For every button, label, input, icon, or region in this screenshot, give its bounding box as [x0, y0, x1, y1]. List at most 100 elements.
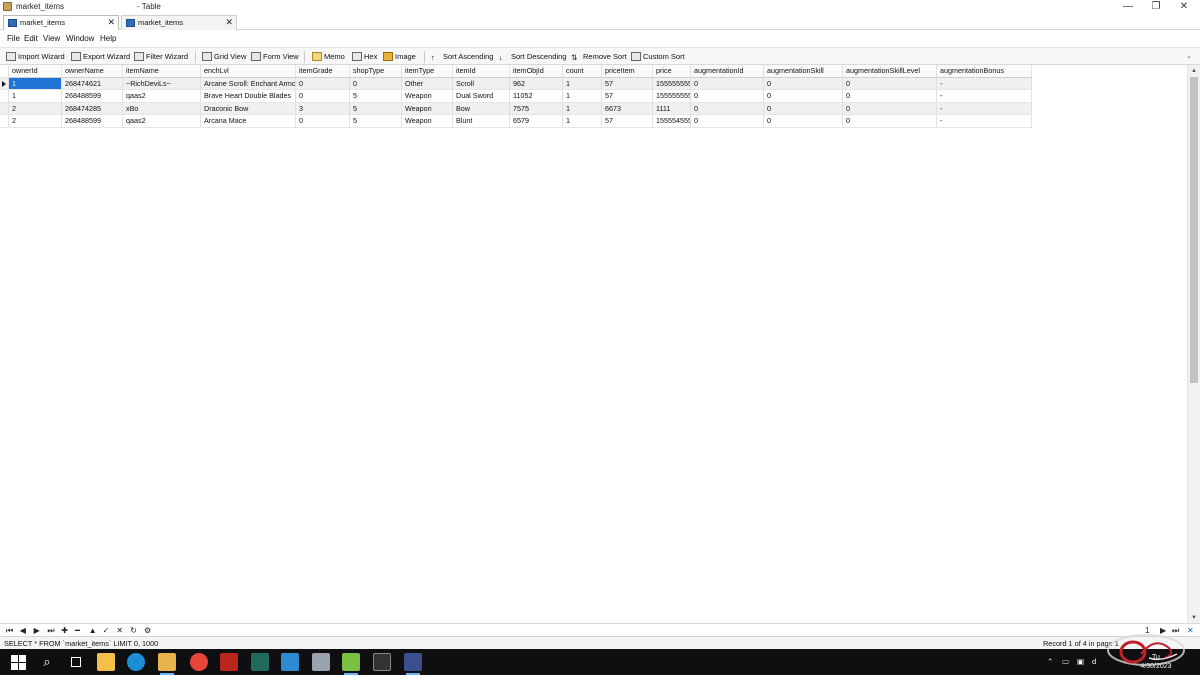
cell-augmentationSkill[interactable]: 0	[764, 115, 843, 128]
cell-ownerName[interactable]: 268488599	[62, 115, 123, 128]
cell-augmentationId[interactable]: 0	[691, 115, 764, 128]
cell-ownerId[interactable]: 2	[9, 115, 62, 128]
column-header-augmentationId[interactable]: augmentationId	[691, 65, 764, 78]
cell-augmentationSkillLevel[interactable]: 0	[843, 115, 937, 128]
cell-itemId[interactable]: Bow	[453, 102, 510, 115]
row-selector[interactable]	[0, 102, 9, 115]
cell-itemGrade[interactable]: 0	[296, 115, 350, 128]
tab-market-items-1[interactable]: market_items ✕	[3, 15, 119, 30]
hex-button[interactable]: Hex	[352, 51, 377, 63]
cell-ownerName[interactable]: 268488599	[62, 90, 123, 103]
discard-icon[interactable]: ✕	[116, 625, 123, 636]
cell-itemId[interactable]: Dual Sword	[453, 90, 510, 103]
start-button[interactable]	[9, 653, 27, 671]
cell-enchLvl[interactable]: Arcane Scroll: Enchant Armor	[201, 77, 296, 90]
column-header-enchLvl[interactable]: enchLvl	[201, 65, 296, 78]
cell-shopType[interactable]: 0	[350, 77, 402, 90]
cell-price[interactable]: 1111	[653, 102, 691, 115]
minimize-button[interactable]: —	[1116, 0, 1140, 14]
scroll-up-icon[interactable]: ▲	[1191, 68, 1197, 74]
app-grid-icon[interactable]	[404, 653, 422, 675]
column-header-priceItem[interactable]: priceItem	[602, 65, 653, 78]
export-wizard-button[interactable]: Export Wizard	[71, 51, 130, 63]
cell-augmentationBonus[interactable]: -	[937, 115, 1032, 128]
cell-itemName[interactable]: qaas2	[123, 90, 201, 103]
cell-count[interactable]: 1	[563, 90, 602, 103]
row-selector[interactable]	[0, 77, 9, 90]
toolbar-overflow-icon[interactable]: ⌄	[1186, 52, 1192, 60]
sort-ascending-button[interactable]: ↑ Sort Ascending	[431, 51, 493, 63]
cell-augmentationSkill[interactable]: 0	[764, 90, 843, 103]
cell-augmentationId[interactable]: 0	[691, 90, 764, 103]
filter-wizard-button[interactable]: Filter Wizard	[134, 51, 188, 63]
cell-itemType[interactable]: Weapon	[402, 115, 453, 128]
cell-shopType[interactable]: 5	[350, 90, 402, 103]
cell-itemGrade[interactable]: 0	[296, 77, 350, 90]
column-header-augmentationBonus[interactable]: augmentationBonus	[937, 65, 1032, 78]
cell-itemId[interactable]: Blunt	[453, 115, 510, 128]
menu-help[interactable]: Help	[100, 34, 116, 43]
cell-augmentationId[interactable]: 0	[691, 102, 764, 115]
cell-price[interactable]: 155555555	[653, 77, 691, 90]
tab-close-icon[interactable]: ✕	[225, 16, 233, 29]
cell-itemName[interactable]: qaas2	[123, 115, 201, 128]
tray-app-icon[interactable]: ▣	[1077, 657, 1084, 683]
notepad-icon[interactable]	[342, 653, 360, 675]
cell-itemType[interactable]: Weapon	[402, 102, 453, 115]
cell-priceItem[interactable]: 57	[602, 90, 653, 103]
cell-itemObjId[interactable]: 6579	[510, 115, 563, 128]
memo-button[interactable]: Memo	[312, 51, 345, 63]
menu-edit[interactable]: Edit	[24, 34, 38, 43]
column-header-itemId[interactable]: itemId	[453, 65, 510, 78]
column-header-augmentationSkillLevel[interactable]: augmentationSkillLevel	[843, 65, 937, 78]
terminal-icon[interactable]	[373, 653, 391, 671]
cell-enchLvl[interactable]: Arcana Mace	[201, 115, 296, 128]
file-explorer-icon[interactable]	[97, 653, 115, 671]
cell-augmentationBonus[interactable]: -	[937, 77, 1032, 90]
scroll-down-icon[interactable]: ▼	[1191, 615, 1197, 621]
cell-count[interactable]: 1	[563, 77, 602, 90]
tray-chevron-icon[interactable]: ⌃	[1047, 657, 1053, 683]
cell-count[interactable]: 1	[563, 115, 602, 128]
tab-close-icon[interactable]: ✕	[107, 16, 115, 29]
tray-network-icon[interactable]: ▭	[1062, 657, 1069, 683]
column-header-ownerName[interactable]: ownerName	[62, 65, 123, 78]
column-header-shopType[interactable]: shopType	[350, 65, 402, 78]
menu-view[interactable]: View	[43, 34, 60, 43]
column-header-itemType[interactable]: itemType	[402, 65, 453, 78]
cell-priceItem[interactable]: 6673	[602, 102, 653, 115]
column-header-itemName[interactable]: itemName	[123, 65, 201, 78]
prev-record-icon[interactable]: ◀	[20, 625, 26, 636]
filezilla-icon[interactable]	[220, 653, 238, 671]
image-button[interactable]: Image	[383, 51, 416, 63]
cell-price[interactable]: 155554555	[653, 115, 691, 128]
cell-augmentationBonus[interactable]: -	[937, 90, 1032, 103]
column-header-price[interactable]: price	[653, 65, 691, 78]
cell-augmentationBonus[interactable]: -	[937, 102, 1032, 115]
table-row[interactable]: 2 268488599 qaas2 Arcana Mace 0 5 Weapon Blunt 6…	[0, 115, 1032, 128]
cell-itemName[interactable]: xBo	[123, 102, 201, 115]
vertical-scrollbar[interactable]: ▲ ▼	[1187, 65, 1200, 623]
cell-itemGrade[interactable]: 3	[296, 102, 350, 115]
row-selector[interactable]	[0, 90, 9, 103]
cell-itemType[interactable]: Weapon	[402, 90, 453, 103]
up-icon[interactable]: ▲	[89, 625, 97, 636]
settings-icon[interactable]: ⚙	[144, 625, 151, 636]
chrome-icon[interactable]	[190, 653, 208, 671]
table-row[interactable]: 1 268488599 qaas2 Brave Heart Double Blades…	[0, 90, 1032, 103]
search-icon[interactable]: ⌕	[38, 653, 56, 671]
delete-record-icon[interactable]: ━	[75, 625, 80, 636]
edge-browser-icon[interactable]	[127, 653, 145, 671]
cell-priceItem[interactable]: 57	[602, 115, 653, 128]
column-header-itemObjId[interactable]: itemObjId	[510, 65, 563, 78]
cell-enchLvl[interactable]: Draconic Bow	[201, 102, 296, 115]
first-record-icon[interactable]: ⏮	[6, 625, 13, 636]
cell-itemGrade[interactable]: 0	[296, 90, 350, 103]
column-header-itemGrade[interactable]: itemGrade	[296, 65, 350, 78]
cell-shopType[interactable]: 5	[350, 102, 402, 115]
custom-sort-button[interactable]: Custom Sort	[631, 51, 685, 63]
app-u-icon[interactable]	[251, 653, 269, 671]
refresh-icon[interactable]: ↻	[130, 625, 137, 636]
task-view-icon[interactable]	[67, 653, 85, 671]
cell-itemObjId[interactable]: 7575	[510, 102, 563, 115]
